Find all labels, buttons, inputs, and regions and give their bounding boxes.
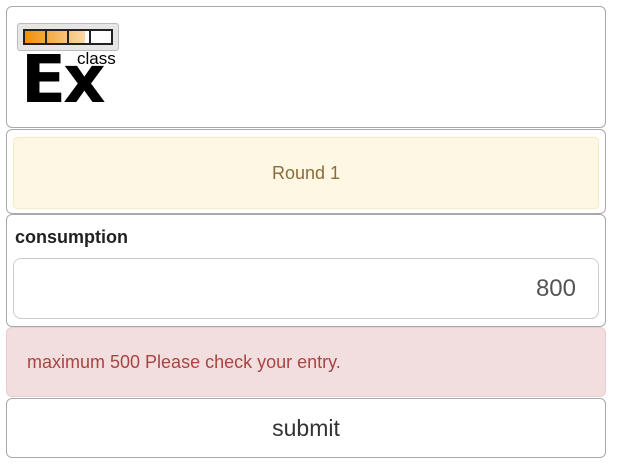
consumption-input[interactable]: 800 <box>13 258 599 319</box>
consumption-label: consumption <box>15 227 128 247</box>
error-alert: maximum 500 Please check your entry. <box>6 327 606 397</box>
logo-panel: Ex class <box>6 6 606 128</box>
submit-button[interactable]: submit <box>6 398 606 458</box>
round-label: Round 1 <box>271 162 341 183</box>
classex-logo: Ex class <box>17 23 121 115</box>
round-banner: Round 1 <box>13 137 599 209</box>
consumption-panel: consumption 800 <box>6 214 606 327</box>
round-panel: Round 1 <box>6 129 606 214</box>
